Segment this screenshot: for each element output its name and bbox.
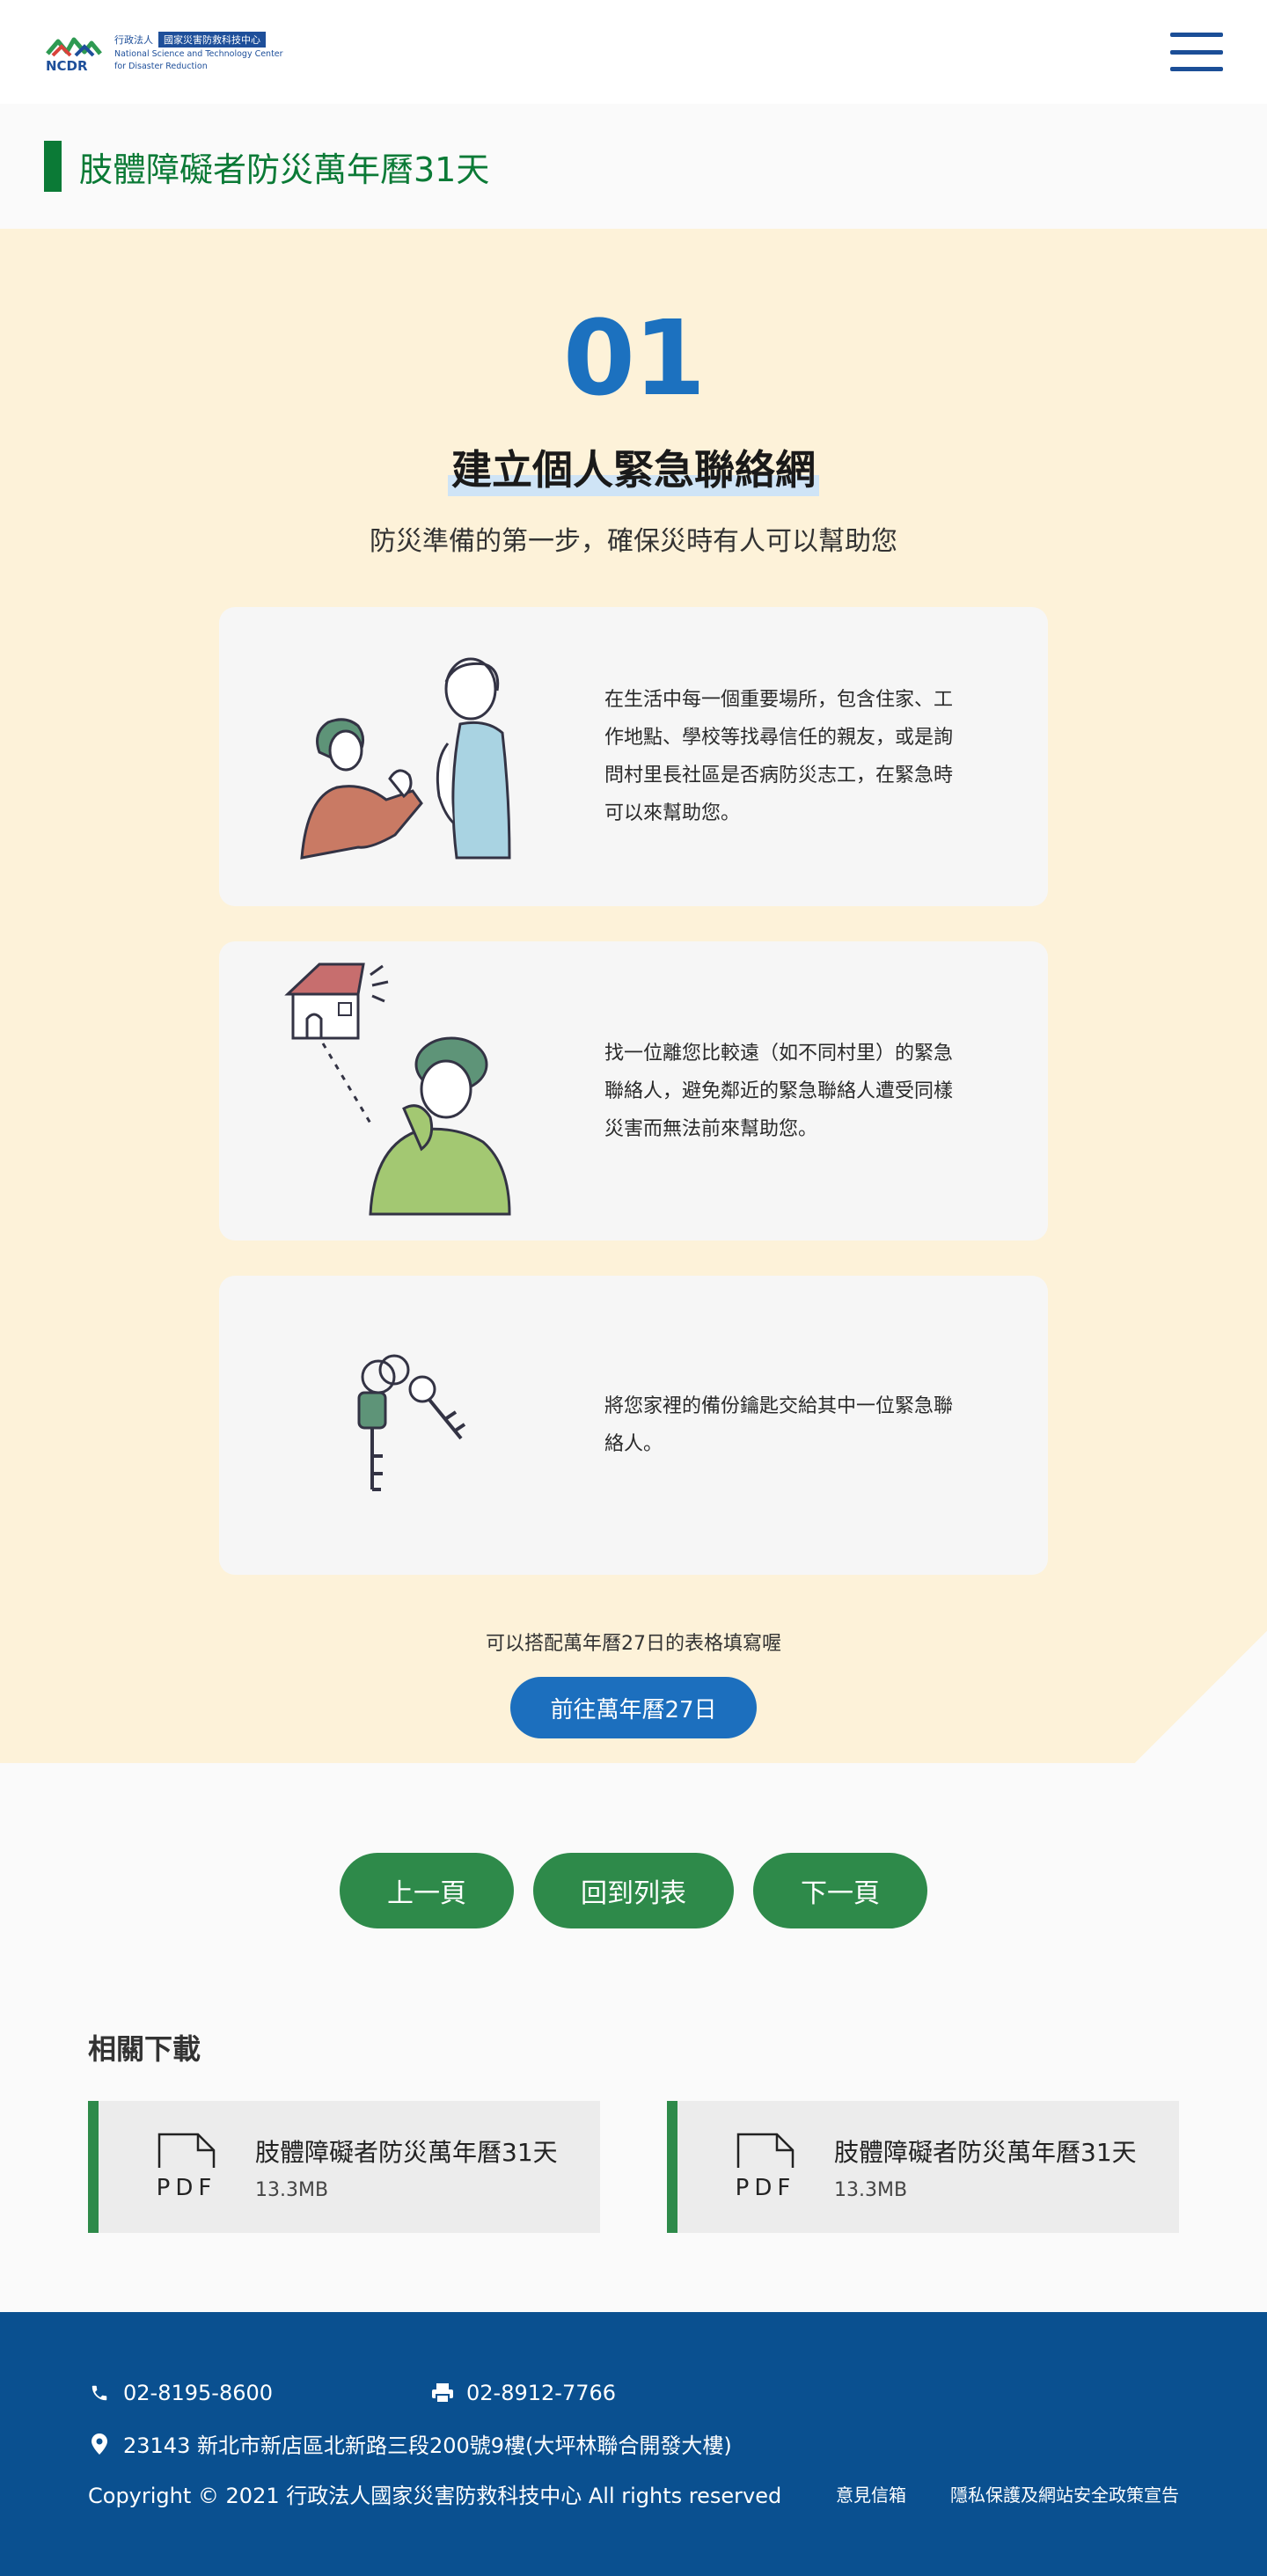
logo-en-line1: National Science and Technology Center [114, 49, 283, 60]
downloads-section: 相關下載 PDF 肢體障礙者防災萬年曆31天 13.3MB PDF 肢體障礙者防… [0, 2018, 1267, 2312]
download-file-name: 肢體障礙者防災萬年曆31天 [834, 2137, 1137, 2167]
download-file-size: 13.3MB [834, 2178, 908, 2201]
download-file-size: 13.3MB [255, 2178, 329, 2201]
address-text: 23143 新北市新店區北新路三段200號9樓(大坪林聯合開發大樓) [123, 2433, 732, 2458]
download-file-name: 肢體障礙者防災萬年曆31天 [255, 2137, 558, 2167]
footer-fax: 02-8912-7766 [431, 2381, 616, 2405]
pdf-file-icon: PDF [730, 2133, 801, 2201]
copyright-text: Copyright © 2021 行政法人國家災害防救科技中心 All righ… [88, 2484, 782, 2508]
back-to-list-button[interactable]: 回到列表 [533, 1853, 734, 1928]
pager: 上一頁 回到列表 下一頁 [0, 1763, 1267, 2018]
download-list: PDF 肢體障礙者防災萬年曆31天 13.3MB PDF 肢體障礙者防災萬年曆3… [88, 2101, 1179, 2233]
phone-number: 02-8195-8600 [123, 2381, 274, 2405]
file-type-label: PDF [156, 2175, 217, 2201]
feedback-mailbox-link[interactable]: 意見信箱 [836, 2481, 906, 2506]
tip-card-text: 將您家裡的備份鑰匙交給其中一位緊急聯絡人。 [604, 1395, 954, 1455]
page-title: 肢體障礙者防災萬年曆31天 [79, 150, 490, 189]
page-title-bar: 肢體障礙者防災萬年曆31天 [0, 104, 1267, 229]
file-type-label: PDF [735, 2175, 796, 2201]
tip-card: 將您家裡的備份鑰匙交給其中一位緊急聯絡人。 [219, 1276, 1048, 1575]
phone-icon [88, 2382, 111, 2404]
footer-address: 23143 新北市新店區北新路三段200號9樓(大坪林聯合開發大樓) [88, 2428, 732, 2459]
next-page-button[interactable]: 下一頁 [753, 1853, 927, 1928]
day-content: 01 建立個人緊急聯絡網 防災準備的第一步，確保災時有人可以幫助您 在生活中每一… [0, 229, 1267, 1763]
footer-links: 意見信箱 隱私保護及網站安全政策宣告 [836, 2481, 1179, 2506]
phone-call-house-illustration [219, 941, 604, 1240]
download-item[interactable]: PDF 肢體障礙者防災萬年曆31天 13.3MB [667, 2101, 1179, 2233]
pdf-file-icon: PDF [151, 2133, 222, 2201]
download-item[interactable]: PDF 肢體障礙者防災萬年曆31天 13.3MB [88, 2101, 600, 2233]
site-footer: 02-8195-8600 02-8912-7766 23143 新北市新店區北新… [0, 2312, 1267, 2576]
calendar-hint: 可以搭配萬年曆27日的表格填寫喔 [486, 1633, 781, 1655]
keys-illustration [219, 1276, 604, 1575]
ncdr-logo[interactable]: NCDR 行政法人 國家災害防救科技中心 National Science an… [44, 31, 283, 74]
tip-cards: 在生活中每一個重要場所，包含住家、工作地點、學校等找尋信任的親友，或是詢問村里長… [219, 607, 1048, 1575]
prev-page-button[interactable]: 上一頁 [340, 1853, 514, 1928]
hamburger-menu-icon[interactable] [1170, 29, 1223, 75]
tip-card-text: 找一位離您比較遠（如不同村里）的緊急聯絡人，避免鄰近的緊急聯絡人遭受同樣災害而無… [604, 1042, 954, 1140]
map-pin-icon [88, 2433, 111, 2455]
fax-printer-icon [431, 2382, 454, 2404]
tip-card: 找一位離您比較遠（如不同村里）的緊急聯絡人，避免鄰近的緊急聯絡人遭受同樣災害而無… [219, 941, 1048, 1240]
goto-day27-button[interactable]: 前往萬年曆27日 [510, 1677, 757, 1738]
svg-text:NCDR: NCDR [46, 58, 88, 73]
logo-org-prefix: 行政法人 [114, 34, 153, 47]
privacy-policy-link[interactable]: 隱私保護及網站安全政策宣告 [950, 2481, 1179, 2506]
footer-phone: 02-8195-8600 [88, 2381, 273, 2405]
day-subtitle: 防災準備的第一步，確保災時有人可以幫助您 [370, 526, 897, 557]
downloads-heading: 相關下載 [88, 2032, 201, 2066]
tip-card-text: 在生活中每一個重要場所，包含住家、工作地點、學校等找尋信任的親友，或是詢問村里長… [604, 689, 954, 824]
people-asking-help-illustration [219, 607, 604, 906]
tip-card: 在生活中每一個重要場所，包含住家、工作地點、學校等找尋信任的親友，或是詢問村里長… [219, 607, 1048, 906]
logo-en-line2: for Disaster Reduction [114, 62, 208, 71]
day-title: 建立個人緊急聯絡網 [448, 438, 819, 496]
site-header: NCDR 行政法人 國家災害防救科技中心 National Science an… [0, 0, 1267, 104]
ncdr-logo-mark-icon: NCDR [44, 31, 104, 74]
page-fold-corner [1135, 1631, 1267, 1763]
title-accent-bar [44, 141, 62, 192]
day-number: 01 [562, 297, 706, 419]
fax-number: 02-8912-7766 [466, 2381, 617, 2405]
logo-org-name: 國家災害防救科技中心 [158, 32, 266, 48]
logo-text: 行政法人 國家災害防救科技中心 National Science and Tec… [114, 32, 283, 72]
